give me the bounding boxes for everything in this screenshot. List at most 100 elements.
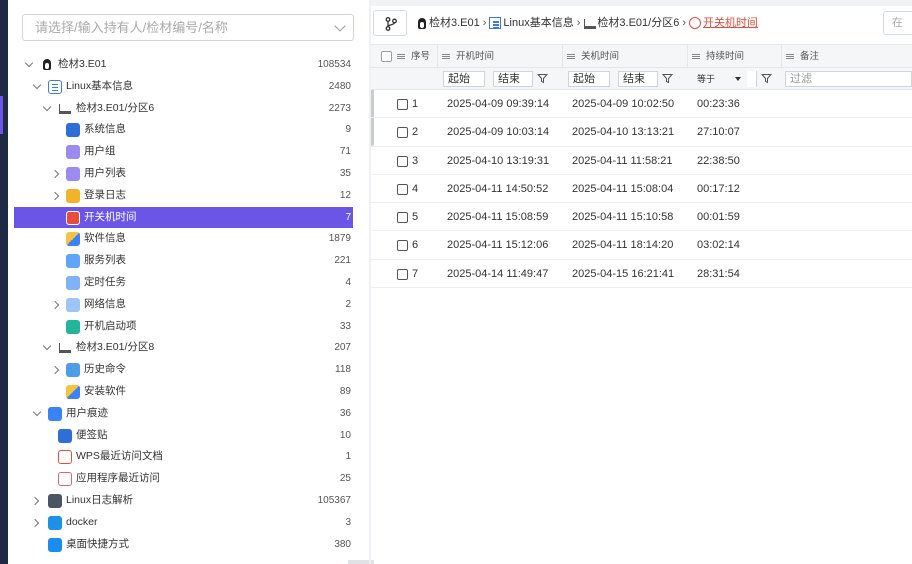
tree-node[interactable]: 服务列表 221 [14, 250, 353, 272]
chevron-right-icon[interactable] [52, 163, 62, 185]
power-log-table: 序号 开机时间 关机时间 持续时间 备注 起始 结束 起始 结束 等于 过滤 1… [371, 44, 912, 289]
tree-node-label: 系统信息 [84, 123, 126, 136]
row-checkbox[interactable] [397, 155, 408, 167]
tree-node[interactable]: 检材3.E01/分区6 2273 [14, 98, 353, 120]
breadcrumb-item[interactable]: 检材3.E01/分区6 [597, 12, 679, 34]
tree-node-label: 历史命令 [84, 363, 126, 376]
tree-node[interactable]: 安装软件 89 [14, 381, 353, 403]
chevron-right-icon[interactable] [52, 185, 62, 207]
table-row[interactable]: 7 2025-04-14 11:49:47 2025-04-15 16:21:41 2… [371, 260, 912, 289]
tree-node[interactable]: WPS最近访问文档 1 [14, 446, 353, 468]
tree-node[interactable]: 定时任务 4 [14, 272, 353, 294]
tree-node[interactable]: Linux基本信息 2480 [14, 76, 353, 98]
power-on-end-filter[interactable]: 结束 [493, 71, 533, 87]
breadcrumb-item[interactable]: Linux基本信息 [503, 12, 573, 34]
chevron-down-icon[interactable] [42, 98, 52, 120]
chevron-down-icon[interactable] [24, 54, 34, 76]
cell-power-on: 2025-04-10 13:19:31 [447, 154, 550, 167]
tree-node-count: 25 [339, 473, 351, 485]
duration-operator-select[interactable]: 等于 [695, 71, 743, 87]
user-trace-icon [48, 406, 62, 421]
tree-node[interactable]: 用户列表 35 [14, 163, 353, 185]
column-header-duration[interactable]: 持续时间 [687, 45, 744, 69]
row-checkbox[interactable] [397, 183, 408, 195]
boot-item-icon [66, 319, 80, 334]
table-row[interactable]: 4 2025-04-11 14:50:52 2025-04-11 15:08:04 0… [371, 175, 912, 204]
right-search-box[interactable]: 在 [883, 11, 912, 35]
row-checkbox[interactable] [397, 99, 408, 110]
tree-node[interactable]: 检材3.E01/分区8 207 [14, 337, 353, 359]
tree-node-count: 4 [345, 276, 351, 288]
linux-icon [415, 17, 427, 30]
login-log-icon [66, 188, 80, 203]
select-all-checkbox[interactable] [381, 51, 392, 62]
breadcrumb-item[interactable]: 开关机时间 [703, 12, 758, 34]
column-header-power-off[interactable]: 关机时间 [562, 45, 619, 69]
scheduled-task-icon [66, 275, 80, 290]
tree-node[interactable]: 用户痕迹 36 [14, 403, 353, 425]
evidence-search-input[interactable] [23, 15, 323, 40]
tree-node[interactable]: Linux日志解析 105367 [14, 490, 353, 512]
tree-node[interactable]: 便签贴 10 [14, 425, 353, 447]
cell-duration: 00:23:36 [697, 98, 740, 110]
chevron-down-icon[interactable] [32, 403, 42, 425]
tree-node[interactable]: 检材3.E01 108534 [14, 54, 353, 76]
branch-button[interactable] [373, 10, 407, 36]
tree-node-label: 检材3.E01/分区6 [76, 101, 155, 114]
tree-node-label: WPS最近访问文档 [76, 450, 163, 463]
tree-node-label: Linux日志解析 [66, 493, 134, 506]
tree-node-count: 9 [345, 124, 351, 136]
tree-node[interactable]: 开关机时间 7 [14, 206, 353, 229]
duration-value-filter[interactable] [747, 71, 757, 87]
tree-node-label: 检材3.E01 [58, 58, 107, 70]
power-on-start-filter[interactable]: 起始 [443, 71, 485, 87]
row-checkbox[interactable] [397, 268, 408, 280]
tree-node[interactable]: 网络信息 2 [14, 294, 353, 316]
breadcrumb-item[interactable]: 检材3.E01 [429, 12, 480, 34]
app-sidebar-strip [0, 0, 8, 564]
column-header-power-on[interactable]: 开机时间 [437, 45, 494, 69]
tree-node[interactable]: docker 3 [14, 512, 353, 534]
tree-node[interactable]: 系统信息 9 [14, 119, 353, 141]
tree-node[interactable]: 登录日志 12 [14, 185, 353, 207]
chevron-down-icon[interactable] [32, 76, 42, 98]
disk-icon [58, 102, 72, 116]
row-checkbox[interactable] [397, 240, 408, 252]
filter-icon[interactable] [537, 73, 548, 84]
power-off-start-filter[interactable]: 起始 [568, 71, 610, 87]
breadcrumb-separator: › [482, 17, 487, 30]
filter-icon[interactable] [662, 73, 673, 84]
tree-node-count: 118 [335, 364, 351, 376]
chevron-down-icon[interactable] [42, 337, 52, 359]
table-row[interactable]: 6 2025-04-11 15:12:06 2025-04-11 18:14:20 0… [371, 231, 912, 260]
chevron-right-icon[interactable] [32, 512, 42, 534]
column-header-remark[interactable]: 备注 [781, 45, 819, 69]
cell-duration: 03:02:14 [697, 239, 740, 252]
remark-filter[interactable]: 过滤 [785, 71, 912, 87]
tree-node[interactable]: 历史命令 118 [14, 359, 353, 381]
tree-node[interactable]: 应用程序最近访问 25 [14, 468, 353, 490]
tree-node-count: 3 [345, 516, 351, 528]
chevron-down-icon[interactable] [334, 20, 346, 32]
tree-node[interactable]: 用户组 71 [14, 141, 353, 163]
row-checkbox[interactable] [397, 212, 408, 224]
power-off-end-filter[interactable]: 结束 [618, 71, 658, 87]
table-row[interactable]: 5 2025-04-11 15:08:59 2025-04-11 15:10:58 0… [371, 203, 912, 232]
chevron-right-icon[interactable] [32, 490, 42, 512]
table-row[interactable]: 3 2025-04-10 13:19:31 2025-04-11 11:58:21 2… [371, 147, 912, 175]
tree-node[interactable]: 开机启动项 33 [14, 316, 353, 338]
chevron-right-icon[interactable] [52, 294, 62, 316]
cell-power-on: 2025-04-09 09:39:14 [447, 98, 550, 110]
table-row[interactable]: 1 2025-04-09 09:39:14 2025-04-09 10:02:50 0… [371, 90, 912, 119]
cell-power-off: 2025-04-11 15:10:58 [572, 211, 674, 224]
chevron-right-icon[interactable] [52, 359, 62, 381]
tree-node-label: 安装软件 [84, 384, 126, 397]
evidence-search-select[interactable] [22, 14, 354, 41]
row-checkbox[interactable] [397, 127, 408, 139]
tree-node[interactable]: 桌面快捷方式 380 [14, 534, 353, 556]
table-row[interactable]: 2 2025-04-09 10:03:14 2025-04-10 13:13:21 2… [371, 118, 912, 147]
tree-node[interactable]: 软件信息 1879 [14, 228, 353, 250]
column-header-index[interactable]: 序号 [393, 45, 430, 69]
filter-icon[interactable] [761, 73, 772, 84]
sidebar-active-marker [0, 96, 3, 134]
